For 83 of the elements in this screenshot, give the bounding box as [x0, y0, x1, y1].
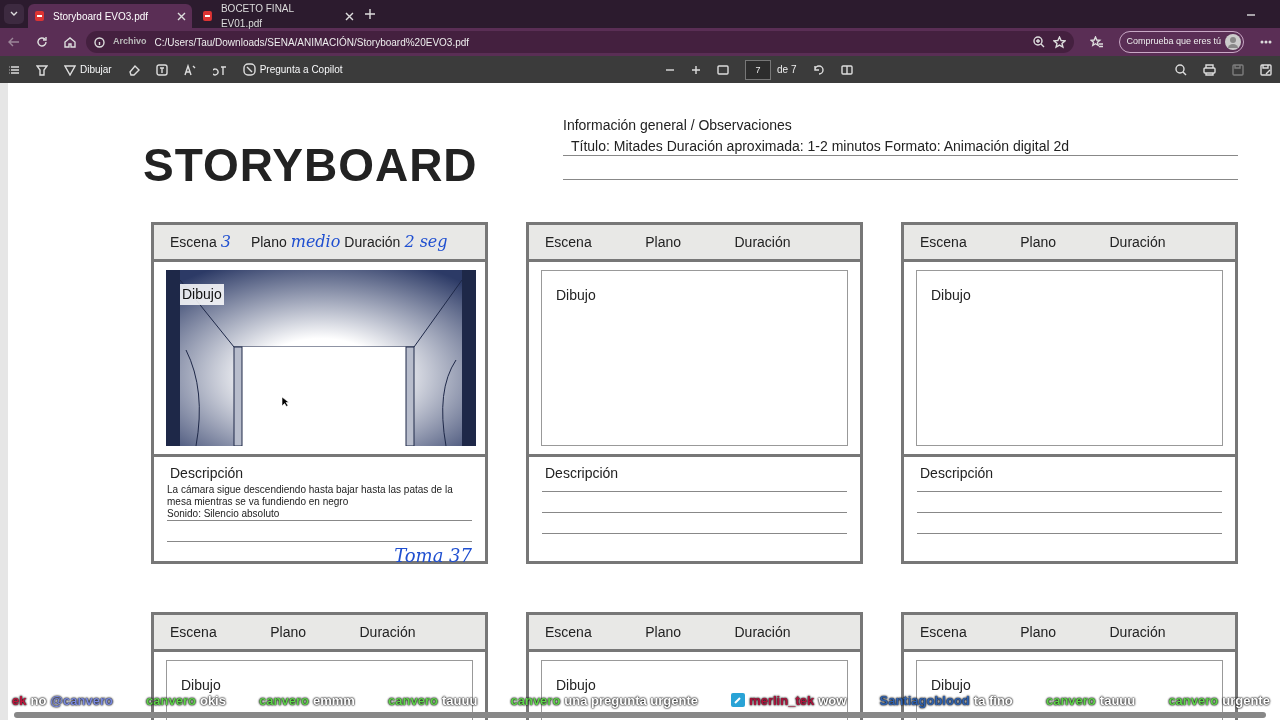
chat-message: urgente	[1222, 691, 1270, 710]
shot-handwriting: medio	[290, 231, 341, 253]
zoom-icon[interactable]	[1033, 36, 1046, 48]
duration-label: Duración	[734, 232, 791, 252]
duration-label: Duración	[734, 622, 791, 642]
info-heading: Información general / Observaciones	[563, 116, 793, 135]
drawing-label: Dibujo	[556, 676, 596, 695]
shot-label: Plano	[250, 232, 287, 252]
favorites-icon[interactable]	[1090, 35, 1104, 49]
page-view-icon[interactable]	[840, 63, 853, 76]
zoom-in-icon[interactable]	[691, 64, 702, 75]
chat-message: okis	[199, 692, 226, 710]
scene-label: Escena	[545, 232, 592, 252]
chat-message: tauuu	[1099, 691, 1136, 710]
text-box-icon[interactable]	[155, 63, 168, 76]
chat-message: una pregunta urgente	[564, 692, 698, 710]
chat-username[interactable]: ek	[12, 690, 27, 710]
save-icon[interactable]	[1232, 63, 1244, 76]
browser-tab[interactable]: BOCETO FINAL EV01.pdf	[196, 4, 360, 28]
tab-list-button[interactable]	[4, 4, 24, 24]
storyboard-title: STORYBOARD	[143, 138, 479, 193]
page-number-field[interactable]: 7	[745, 59, 772, 80]
pdf-file-icon	[202, 10, 213, 22]
shot-label: Plano	[1020, 232, 1056, 252]
avatar-icon	[1225, 34, 1241, 50]
chat-message: emmm	[313, 691, 355, 710]
new-tab-icon[interactable]	[364, 8, 376, 20]
scene-label: Escena	[545, 622, 592, 642]
duration-label: Duración	[359, 622, 416, 642]
list-icon[interactable]	[8, 63, 20, 76]
close-icon[interactable]	[177, 11, 186, 21]
duration-label: Duración	[1109, 232, 1166, 252]
duration-label: Duración	[344, 232, 401, 252]
chat-mention: @canvero	[50, 691, 113, 710]
duration-label: Duración	[1109, 622, 1166, 642]
scene-label: Escena	[920, 622, 967, 642]
shot-label: Plano	[1020, 622, 1056, 642]
description-text: La cámara sigue descendiendo hasta bajar hasta las patas de la mesa mientras se va fundiendo en negro Sonido: Silencio absoluto	[167, 484, 472, 521]
home-icon[interactable]	[64, 36, 76, 48]
save-as-icon[interactable]	[1260, 63, 1272, 76]
drawing-label: Dibujo	[556, 286, 596, 305]
refresh-icon[interactable]	[36, 36, 48, 48]
chat-message: ta fino	[973, 691, 1013, 710]
description-label: Descripción	[170, 464, 245, 483]
shot-label: Plano	[645, 622, 681, 642]
chat-username[interactable]: merlin_tek	[731, 690, 815, 710]
drawing-label: Dibujo	[931, 286, 971, 305]
handwritten-note: Toma 37	[393, 546, 472, 566]
drawing-label: Dibujo	[180, 284, 224, 305]
star-icon[interactable]	[1053, 35, 1067, 49]
scene-label: Escena	[920, 232, 967, 252]
back-arrow-icon[interactable]	[8, 36, 20, 48]
duration-handwriting: 2 seg	[404, 231, 448, 253]
search-icon[interactable]	[1175, 63, 1187, 76]
description-label: Descripción	[920, 464, 995, 483]
drawing-label: Dibujo	[931, 676, 971, 695]
description-label: Descripción	[545, 464, 620, 483]
browser-tab[interactable]: Storyboard EVO3.pdf	[28, 4, 192, 28]
eraser-icon[interactable]	[127, 63, 140, 76]
pdf-file-icon	[34, 10, 45, 22]
fit-page-icon[interactable]	[717, 63, 730, 76]
close-icon[interactable]	[345, 11, 354, 21]
pen-icon	[64, 63, 76, 76]
address-bar[interactable]: Archivo C:/Users/Tau/Downloads/SENA/ANIMACIÓN/Storyboard%20EVO3.pdf	[86, 31, 1075, 53]
rotate-icon[interactable]	[812, 63, 825, 76]
mouse-pointer-icon	[281, 396, 289, 407]
scene-handwriting: 3	[220, 231, 231, 253]
scene-label: Escena	[170, 232, 217, 252]
info-icon	[94, 36, 105, 48]
page-total: de 7	[777, 63, 797, 77]
chat-message: no	[30, 691, 47, 710]
address-url: C:/Users/Tau/Downloads/SENA/ANIMACIÓN/Storyboard%20EVO3.pdf	[154, 35, 470, 50]
shot-label: Plano	[270, 622, 306, 642]
chat-message: wow	[818, 691, 847, 710]
copilot-button[interactable]: Pregunta a Copilot	[242, 62, 343, 77]
info-text: Título: Mitades Duración aproximada: 1-2 minutos Formato: Animación digital 2d	[563, 136, 1238, 156]
drawing-label: Dibujo	[181, 676, 221, 695]
chat-message: tauuu	[441, 691, 478, 710]
draw-button[interactable]: Dibujar	[64, 62, 112, 77]
print-icon[interactable]	[1203, 63, 1216, 76]
address-prefix: Archivo	[113, 35, 147, 49]
scene-label: Escena	[170, 622, 217, 642]
shot-label: Plano	[645, 232, 681, 252]
